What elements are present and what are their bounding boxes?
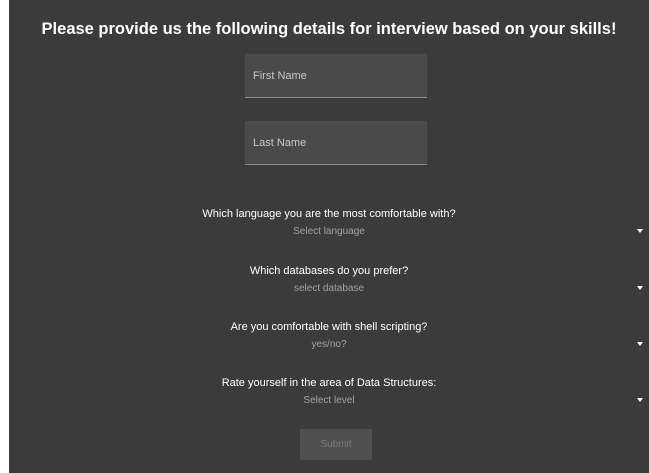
language-question-label: Which language you are the most comforta… (202, 208, 456, 220)
data-structures-level-select[interactable]: Select level (9, 395, 649, 406)
database-select[interactable]: select database (9, 283, 649, 294)
caret-down-icon[interactable] (637, 342, 643, 346)
first-name-input[interactable] (245, 54, 427, 98)
database-question-label: Which databases do you prefer? (249, 265, 409, 277)
form-title: Please provide us the following details … (41, 20, 617, 38)
shell-scripting-question-label: Are you comfortable with shell scripting… (230, 321, 428, 333)
caret-down-icon[interactable] (637, 229, 643, 233)
caret-down-icon[interactable] (637, 286, 643, 290)
last-name-input[interactable] (245, 121, 427, 165)
interview-form-panel: Please provide us the following details … (9, 0, 649, 473)
language-select[interactable]: Select language (9, 226, 649, 237)
submit-button[interactable]: Submit (300, 429, 372, 460)
shell-scripting-select[interactable]: yes/no? (9, 339, 649, 350)
caret-down-icon[interactable] (637, 398, 643, 402)
data-structures-question-label: Rate yourself in the area of Data Struct… (221, 377, 437, 389)
